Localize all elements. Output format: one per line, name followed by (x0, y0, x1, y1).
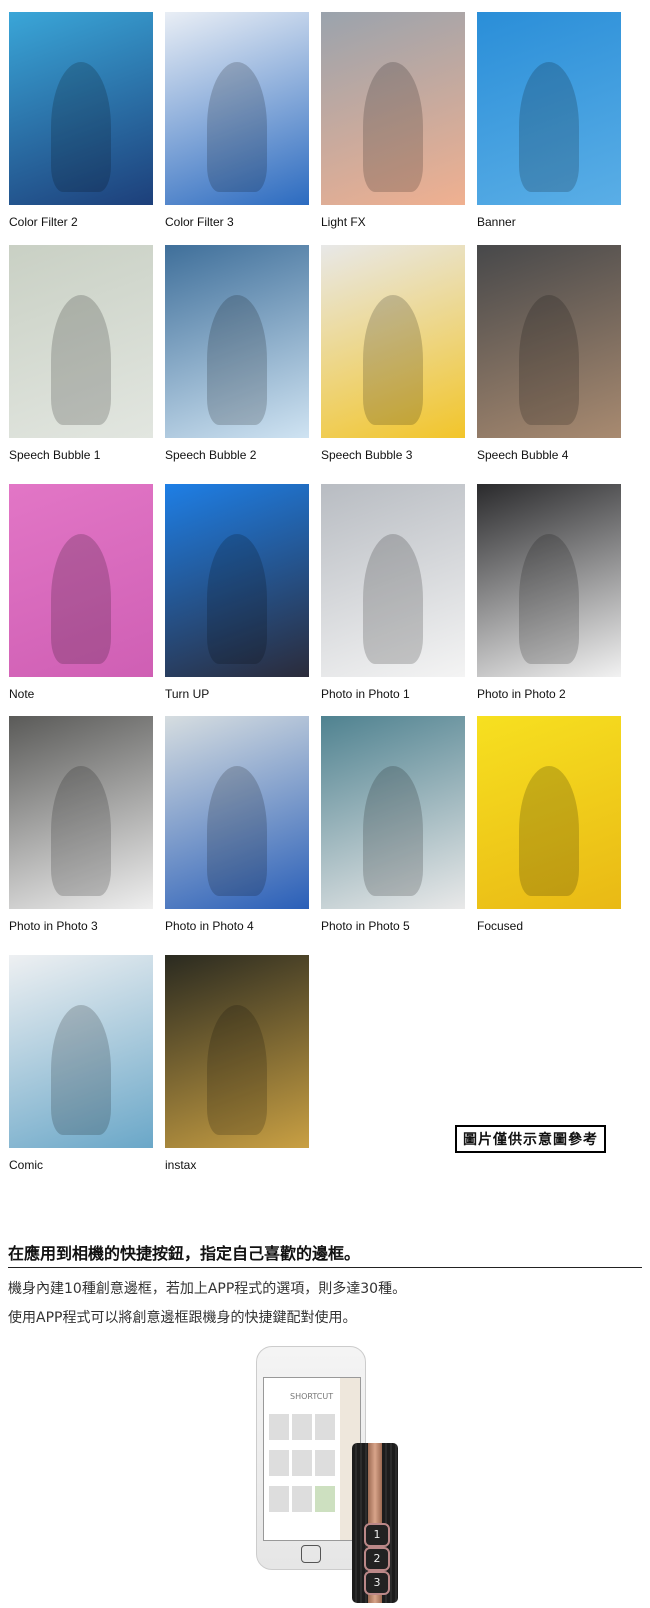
frame-sample-photo (165, 955, 309, 1148)
frame-sample-photo (321, 484, 465, 677)
home-button-icon (301, 1545, 321, 1563)
paragraph: 使用APP程式可以將創意邊框跟機身的快捷鍵配對使用。 (8, 1310, 357, 1326)
frame-tile: Speech Bubble 3 (321, 245, 465, 462)
frame-sample-photo (477, 716, 621, 909)
smartphone-image: SHORTCUT (256, 1346, 366, 1570)
frame-tile: Focused (477, 716, 621, 933)
frame-tile: Color Filter 3 (165, 12, 309, 229)
frame-tile: Photo in Photo 2 (477, 484, 621, 701)
frame-tile: Speech Bubble 1 (9, 245, 153, 462)
frame-label: Speech Bubble 2 (165, 448, 257, 462)
disclaimer-box: 圖片僅供示意圖參考 (455, 1125, 606, 1153)
frame-label: Focused (477, 919, 524, 933)
frame-label: Photo in Photo 4 (165, 919, 254, 933)
frame-sample-photo (321, 12, 465, 205)
frame-sample-photo (477, 12, 621, 205)
frame-tile: Photo in Photo 1 (321, 484, 465, 701)
frame-tile: Banner (477, 12, 621, 229)
frame-tile: Photo in Photo 4 (165, 716, 309, 933)
shortcut-button-2: 2 (364, 1547, 390, 1571)
frame-tile: Speech Bubble 2 (165, 245, 309, 462)
shortcut-button-3: 3 (364, 1571, 390, 1595)
frame-sample-photo (165, 12, 309, 205)
frame-sample-photo (9, 716, 153, 909)
frame-label: Light FX (321, 215, 366, 229)
frame-label: Comic (9, 1158, 44, 1172)
frame-sample-photo (165, 716, 309, 909)
section-heading: 在應用到相機的快捷按鈕，指定自己喜歡的邊框。 (8, 1244, 361, 1263)
frame-sample-photo (321, 716, 465, 909)
frame-tile: Photo in Photo 3 (9, 716, 153, 933)
divider (8, 1267, 642, 1268)
frame-sample-photo (165, 484, 309, 677)
frame-label: Note (9, 687, 35, 701)
frame-sample-photo (477, 245, 621, 438)
camera-image: 1 2 3 (352, 1443, 398, 1603)
frame-label: Photo in Photo 3 (9, 919, 98, 933)
frame-tile: instax (165, 955, 309, 1172)
app-screen: SHORTCUT (263, 1377, 361, 1541)
frame-sample-photo (9, 484, 153, 677)
frame-tile: Light FX (321, 12, 465, 229)
shortcut-button-1: 1 (364, 1523, 390, 1547)
frame-label: Photo in Photo 5 (321, 919, 410, 933)
frame-sample-photo (9, 245, 153, 438)
frame-label: instax (165, 1158, 197, 1172)
frame-label: Photo in Photo 2 (477, 687, 566, 701)
frame-label: Turn UP (165, 687, 210, 701)
frame-label: Photo in Photo 1 (321, 687, 410, 701)
frame-tile: Turn UP (165, 484, 309, 701)
frame-label: Banner (477, 215, 516, 229)
frame-label: Speech Bubble 1 (9, 448, 101, 462)
frame-tile: Comic (9, 955, 153, 1172)
frame-tile: Color Filter 2 (9, 12, 153, 229)
frame-label: Speech Bubble 4 (477, 448, 569, 462)
frame-label: Color Filter 3 (165, 215, 234, 229)
frame-label: Color Filter 2 (9, 215, 78, 229)
frame-sample-photo (9, 955, 153, 1148)
screen-title: SHORTCUT (290, 1392, 334, 1401)
frame-sample-photo (9, 12, 153, 205)
frame-sample-photo (321, 245, 465, 438)
frame-sample-photo (477, 484, 621, 677)
paragraph: 機身內建10種創意邊框，若加上APP程式的選項，則多達30種。 (8, 1281, 407, 1297)
frame-tile: Note (9, 484, 153, 701)
frame-tile: Speech Bubble 4 (477, 245, 621, 462)
frame-tile: Photo in Photo 5 (321, 716, 465, 933)
frame-sample-photo (165, 245, 309, 438)
frame-label: Speech Bubble 3 (321, 448, 413, 462)
